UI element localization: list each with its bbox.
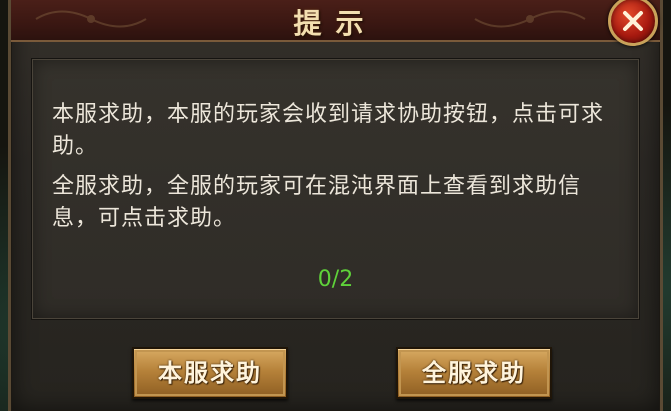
content-panel: 本服求助，本服的玩家会收到请求协助按钮，点击可求助。 全服求助，全服的玩家可在混… (31, 58, 640, 320)
help-dialog: 提示 本服求助，本服的玩家会收到请求协助按钮，点击可求助。 全服求助，全服的玩家… (8, 0, 663, 411)
global-help-description: 全服求助，全服的玩家可在混沌界面上查看到求助信息，可点击求助。 (52, 174, 582, 231)
global-help-button[interactable]: 全服求助 (396, 347, 552, 399)
local-help-description: 本服求助，本服的玩家会收到请求协助按钮，点击可求助。 (52, 102, 605, 159)
game-screen: 提示 本服求助，本服的玩家会收到请求协助按钮，点击可求助。 全服求助，全服的玩家… (0, 0, 671, 411)
close-x-icon (623, 11, 643, 31)
local-help-button[interactable]: 本服求助 (132, 347, 288, 399)
help-count: 0/2 (317, 267, 354, 292)
ornament-right-icon (474, 10, 586, 28)
dialog-title-bar: 提示 (11, 0, 660, 42)
